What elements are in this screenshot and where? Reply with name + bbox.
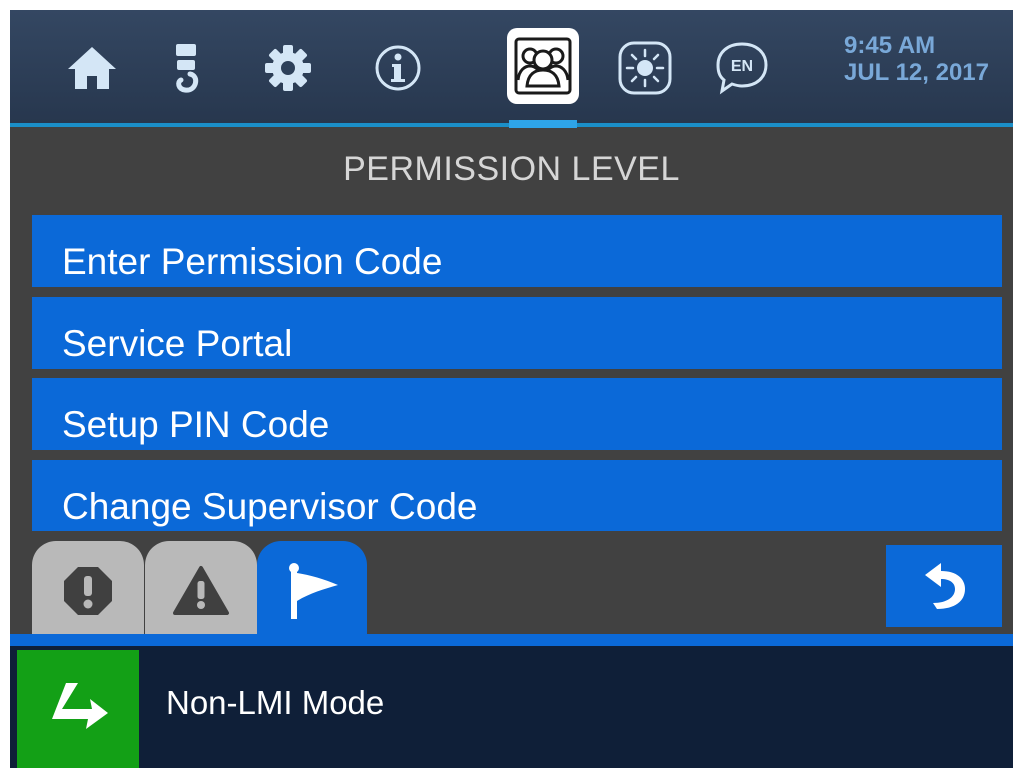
mode-label: Non-LMI Mode	[166, 684, 385, 721]
clock-date: JUL 12, 2017	[844, 59, 989, 86]
tab-flags[interactable]	[257, 541, 367, 641]
settings-gear-icon	[265, 45, 311, 91]
back-arrow-icon	[925, 563, 965, 609]
brightness-icon	[618, 41, 672, 95]
app-screen: EN 9:45 AM JUL 12, 2017 PERMISSION LEVEL…	[10, 10, 1013, 768]
clock-time: 9:45 AM	[844, 32, 936, 59]
mode-indicator[interactable]	[17, 650, 139, 768]
menu-item-enter-permission-code[interactable]: Enter Permission Code	[32, 215, 1002, 287]
menu-item-label: Enter Permission Code	[62, 241, 443, 282]
language-button[interactable]: EN	[704, 32, 780, 104]
tab-critical-alerts[interactable]	[32, 541, 144, 641]
menu-item-service-portal[interactable]: Service Portal	[32, 297, 1002, 369]
info-button[interactable]	[360, 32, 436, 104]
hook-button[interactable]	[148, 32, 224, 104]
critical-alert-icon	[64, 567, 112, 615]
tab-bar-baseline	[10, 634, 1013, 646]
top-nav-bar: EN 9:45 AM JUL 12, 2017	[10, 10, 1013, 123]
active-nav-indicator	[509, 120, 577, 128]
permission-menu: Enter Permission Code Service Portal Set…	[10, 215, 1013, 531]
settings-button[interactable]	[250, 32, 326, 104]
mode-arrow-icon	[52, 683, 108, 729]
info-icon	[375, 45, 421, 91]
menu-item-change-supervisor-code[interactable]: Change Supervisor Code	[32, 460, 1002, 531]
language-icon: EN	[716, 42, 768, 95]
flag-icon	[289, 563, 338, 619]
page-title: PERMISSION LEVEL	[343, 150, 680, 188]
users-button[interactable]	[507, 28, 579, 104]
brightness-button[interactable]	[607, 32, 683, 104]
crane-hook-icon	[176, 44, 199, 93]
menu-item-setup-pin-code[interactable]: Setup PIN Code	[32, 378, 1002, 450]
language-badge-text: EN	[731, 58, 753, 75]
home-icon	[68, 47, 116, 89]
users-icon	[514, 37, 572, 95]
menu-item-label: Service Portal	[62, 323, 293, 364]
back-button[interactable]	[886, 545, 1002, 627]
status-bar: Non-LMI Mode	[10, 646, 1013, 768]
warning-icon	[173, 566, 229, 615]
menu-item-label: Change Supervisor Code	[62, 486, 478, 527]
menu-item-label: Setup PIN Code	[62, 404, 330, 445]
home-button[interactable]	[54, 32, 130, 104]
clock: 9:45 AM JUL 12, 2017	[844, 32, 1013, 86]
tab-warnings[interactable]	[145, 541, 257, 641]
